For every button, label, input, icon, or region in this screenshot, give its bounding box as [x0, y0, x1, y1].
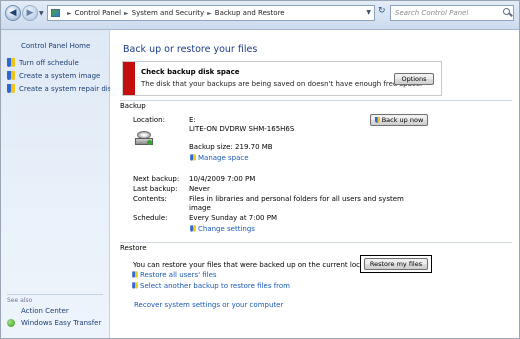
backup-section: Backup: [120, 100, 512, 241]
restore-all-users-link[interactable]: Restore all users' files: [131, 270, 217, 279]
manage-space-link[interactable]: Manage space: [189, 153, 249, 162]
sidebar-item-label: Create a system repair disc: [19, 84, 116, 93]
forward-button[interactable]: ▶: [22, 5, 38, 21]
address-dropdown-icon[interactable]: ▼: [366, 9, 371, 16]
search-placeholder: Search Control Panel: [395, 9, 469, 17]
search-input[interactable]: Search Control Panel: [390, 5, 514, 21]
breadcrumb-control-panel[interactable]: Control Panel: [75, 9, 121, 17]
main-pane: Back up or restore your files Check back…: [110, 30, 519, 338]
restore-my-files-focus-frame: Restore my files: [360, 255, 432, 273]
sidebar-item-label: Turn off schedule: [19, 58, 79, 67]
arrow-left-icon: ◀: [9, 8, 17, 18]
address-toolbar: ◀ ▶ ▼ ► Control Panel ► System and Security…: [1, 1, 519, 30]
next-backup-value: 10/4/2009 7:00 PM: [189, 175, 256, 183]
backup-size: Backup size: 219.70 MB: [189, 143, 273, 151]
restore-all-users-label: Restore all users' files: [140, 270, 217, 279]
optical-drive-icon: [135, 131, 155, 147]
shield-icon: [190, 154, 196, 161]
sidebar-item-label: Create a system image: [19, 71, 101, 80]
arrow-right-icon: ▶: [26, 8, 34, 18]
last-backup-value: Never: [189, 185, 210, 193]
change-settings-link[interactable]: Change settings: [189, 224, 255, 233]
window-frame: ◀ ▶ ▼ ► Control Panel ► System and Security…: [0, 0, 520, 339]
location-label: Location:: [133, 116, 165, 124]
restore-my-files-button[interactable]: Restore my files: [364, 258, 428, 270]
options-button[interactable]: Options: [394, 73, 434, 85]
contents-value-line1: Files in libraries and personal folders …: [189, 195, 404, 203]
recover-system-link[interactable]: Recover system settings or your computer: [134, 301, 283, 309]
alert-heading: Check backup disk space: [141, 68, 240, 76]
breadcrumb-system-security[interactable]: System and Security: [132, 9, 204, 17]
shield-icon: [374, 117, 380, 123]
breadcrumb-backup-restore[interactable]: Backup and Restore: [215, 9, 285, 17]
shield-icon: [190, 225, 196, 232]
address-bar[interactable]: ► Control Panel ► System and Security ► Backu…: [47, 5, 375, 21]
back-button[interactable]: ◀: [5, 5, 21, 21]
sidebar-item-create-repair-disc[interactable]: Create a system repair disc: [7, 84, 115, 93]
breadcrumb-separator-icon[interactable]: ►: [124, 10, 129, 17]
breadcrumb-separator-icon[interactable]: ►: [67, 10, 72, 17]
control-panel-icon: [51, 9, 60, 17]
refresh-icon[interactable]: ↻: [378, 6, 386, 16]
sidebar-item-turn-off-schedule[interactable]: Turn off schedule: [7, 58, 79, 67]
page-title: Back up or restore your files: [123, 44, 258, 55]
disk-space-alert: Check backup disk space The disk that yo…: [122, 61, 442, 96]
shield-icon: [7, 58, 15, 67]
location-device: LITE-ON DVDRW SHM-165H6S: [189, 125, 295, 133]
alert-color-bar: [123, 62, 135, 95]
select-another-backup-label: Select another backup to restore files f…: [140, 281, 290, 290]
restore-message: You can restore your files that were bac…: [133, 261, 380, 269]
shield-icon: [7, 71, 15, 80]
back-up-now-label: Back up now: [381, 116, 424, 124]
recent-pages-dropdown-icon[interactable]: ▼: [39, 10, 44, 17]
sidebar: Control Panel Home Turn off schedule Cre…: [1, 30, 115, 338]
section-label-restore: Restore: [120, 244, 147, 252]
shield-icon: [7, 84, 15, 93]
shield-icon: [132, 271, 138, 278]
sidebar-item-action-center[interactable]: Action Center: [21, 307, 69, 315]
alert-message: The disk that your backups are being sav…: [141, 80, 423, 88]
contents-label: Contents:: [133, 195, 167, 203]
sidebar-home-link[interactable]: Control Panel Home: [21, 42, 90, 50]
select-another-backup-link[interactable]: Select another backup to restore files f…: [131, 281, 290, 290]
last-backup-label: Last backup:: [133, 185, 178, 193]
contents-value-line2: image: [189, 204, 211, 212]
drive-led-icon: [147, 140, 152, 145]
search-icon[interactable]: [503, 8, 510, 15]
schedule-label: Schedule:: [133, 214, 168, 222]
see-also-heading: See also: [7, 294, 103, 304]
schedule-value: Every Sunday at 7:00 PM: [189, 214, 277, 222]
sidebar-item-create-system-image[interactable]: Create a system image: [7, 71, 100, 80]
breadcrumb-separator-icon[interactable]: ►: [207, 10, 212, 17]
manage-space-label: Manage space: [198, 153, 249, 162]
shield-icon: [132, 282, 138, 289]
change-settings-label: Change settings: [198, 224, 255, 233]
easy-transfer-icon: [7, 319, 15, 327]
next-backup-label: Next backup:: [133, 175, 180, 183]
back-up-now-button[interactable]: Back up now: [370, 114, 428, 126]
sidebar-item-easy-transfer[interactable]: Windows Easy Transfer: [21, 319, 101, 327]
section-label-backup: Backup: [120, 102, 146, 110]
location-drive: E:: [189, 116, 196, 124]
breadcrumb: ► Control Panel ► System and Security ► Backu…: [64, 9, 285, 17]
